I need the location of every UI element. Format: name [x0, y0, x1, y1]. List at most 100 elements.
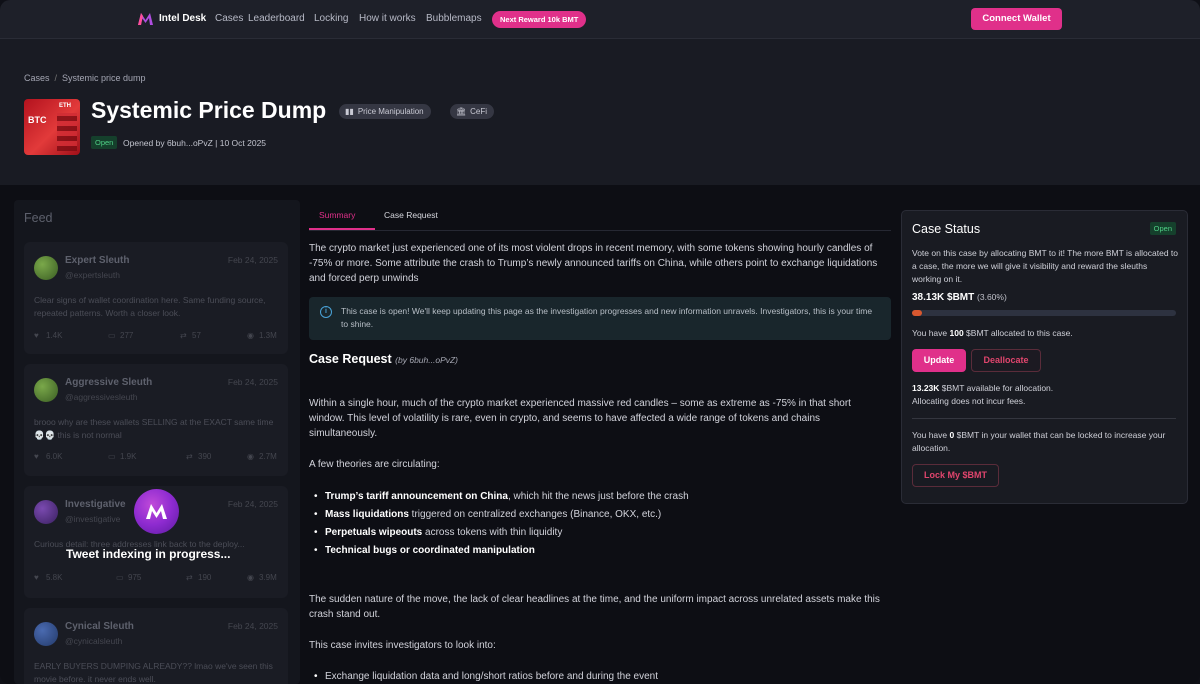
replies-count: 1.9K: [120, 452, 137, 461]
replies-count: 277: [120, 331, 134, 340]
thumbnail-candles: [57, 113, 77, 151]
page-title: Systemic Price Dump: [91, 97, 327, 123]
feed-card[interactable]: Cynical Sleuth @cynicalsleuth Feb 24, 20…: [24, 608, 288, 684]
author-handle: @investigative: [65, 514, 121, 524]
theories-list: Trump’s tariff announcement on China, wh…: [309, 488, 689, 560]
tab-summary[interactable]: Summary: [319, 210, 355, 220]
nav-link-bubblemaps[interactable]: Bubblemaps: [426, 13, 482, 24]
post-stats: ♥ 1.4K ▭ 277 ⇄ 57 ◉ 1.3M: [34, 331, 280, 341]
views-icon: ◉: [247, 573, 254, 582]
tag-cefi[interactable]: 🏛 CeFi: [450, 104, 495, 119]
post-date: Feb 24, 2025: [227, 621, 278, 631]
likes-count: 1.4K: [46, 331, 63, 340]
thumbnail-btc-label: BTC: [28, 115, 47, 125]
connect-wallet-button[interactable]: Connect Wallet: [971, 8, 1062, 30]
reply-icon: ▭: [108, 331, 116, 340]
info-callout: i This case is open! We'll keep updating…: [309, 297, 891, 340]
case-status-panel: Case Status Open Vote on this case by al…: [901, 210, 1188, 504]
list-item: Trump’s tariff announcement on China, wh…: [309, 488, 689, 506]
request-paragraph-3: The sudden nature of the move, the lack …: [309, 594, 880, 620]
author-handle: @aggressivesleuth: [65, 392, 138, 402]
heart-icon: ♥: [34, 331, 39, 340]
allocation-progress-bar: [912, 310, 1176, 316]
investigate-list: Exchange liquidation data and long/short…: [309, 668, 658, 684]
allocated-total: 38.13K $BMT: [912, 292, 975, 303]
active-tab-indicator: [309, 228, 375, 230]
brand-mark-icon: [146, 504, 167, 519]
allocated-amount: 38.13K $BMT (3.60%): [912, 292, 1007, 303]
candles-icon: ▮▮: [345, 107, 354, 116]
case-status-description: Vote on this case by allocating BMT to i…: [912, 248, 1178, 284]
list-item: Perpetuals wipeouts across tokens with t…: [309, 524, 689, 542]
repost-icon: ⇄: [180, 331, 187, 340]
avatar: [34, 622, 58, 646]
opened-by: Opened by 6buh...oPvZ | 10 Oct 2025: [123, 138, 267, 148]
wallet-balance-text: You have 0 $BMT in your wallet that can …: [912, 430, 1166, 453]
post-date: Feb 24, 2025: [227, 255, 278, 265]
status-badge: Open: [1149, 222, 1176, 235]
case-thumbnail: BTC ETH: [24, 99, 80, 155]
next-reward-badge[interactable]: Next Reward 10k BMT: [492, 11, 587, 28]
request-paragraph-1: Within a single hour, much of the crypto…: [309, 398, 851, 439]
nav-link-how-it-works[interactable]: How it works: [359, 13, 416, 24]
views-icon: ◉: [247, 452, 254, 461]
available-allocation-text: 13.23K $BMT available for allocation.: [912, 383, 1054, 393]
reply-icon: ▭: [108, 452, 116, 461]
post-text: Clear signs of wallet coordination here.…: [34, 295, 266, 318]
nav-link-cases[interactable]: Cases: [215, 13, 243, 24]
tag-price-manipulation[interactable]: ▮▮ Price Manipulation: [339, 104, 431, 119]
update-button[interactable]: Update: [912, 349, 966, 372]
repost-icon: ⇄: [186, 573, 193, 582]
likes-count: 5.8K: [46, 573, 63, 582]
post-date: Feb 24, 2025: [227, 377, 278, 387]
nav-link-leaderboard[interactable]: Leaderboard: [248, 13, 305, 24]
views-count: 1.3M: [259, 331, 277, 340]
indexing-logo-icon: [134, 489, 179, 534]
allocation-progress-fill: [912, 310, 922, 316]
request-paragraph-2: A few theories are circulating:: [309, 459, 440, 470]
replies-count: 975: [128, 573, 142, 582]
summary-text: The crypto market just experienced one o…: [309, 243, 878, 284]
author-handle: @expertsleuth: [65, 270, 120, 280]
heart-icon: ♥: [34, 573, 39, 582]
post-stats: ♥ 5.8K ▭ 975 ⇄ 190 ◉ 3.9M: [34, 573, 280, 583]
post-stats: ♥ 6.0K ▭ 1.9K ⇄ 390 ◉ 2.7M: [34, 452, 280, 462]
author-name: Cynical Sleuth: [65, 621, 134, 632]
brand-name[interactable]: Intel Desk: [159, 13, 206, 24]
info-icon: i: [320, 306, 332, 318]
author-handle: @cynicalsleuth: [65, 636, 123, 646]
tab-case-request[interactable]: Case Request: [384, 210, 438, 220]
reply-icon: ▭: [116, 573, 124, 582]
reposts-count: 190: [198, 573, 212, 582]
deallocate-button[interactable]: Deallocate: [971, 349, 1041, 372]
views-icon: ◉: [247, 331, 254, 340]
author-name: Aggressive Sleuth: [65, 377, 153, 388]
thumbnail-eth-label: ETH: [59, 103, 71, 109]
breadcrumb-separator: /: [54, 73, 58, 83]
case-request-title: Case Request: [309, 352, 392, 366]
lock-bmt-button[interactable]: Lock My $BMT: [912, 464, 999, 487]
status-badge: Open: [91, 136, 118, 149]
nav-link-locking[interactable]: Locking: [314, 13, 348, 24]
repost-icon: ⇄: [186, 452, 193, 461]
list-item: Mass liquidations triggered on centraliz…: [309, 506, 689, 524]
brand-logo-icon[interactable]: [137, 12, 154, 26]
list-item: Technical bugs or coordinated manipulati…: [309, 542, 689, 560]
author-name: Expert Sleuth: [65, 255, 130, 266]
avatar: [34, 500, 58, 524]
case-request-author: (by 6buh...oPvZ): [395, 355, 459, 365]
avatar: [34, 378, 58, 402]
feed-card[interactable]: Aggressive Sleuth @aggressivesleuth Feb …: [24, 364, 288, 476]
case-status-title: Case Status: [912, 222, 981, 236]
breadcrumb-cases-link[interactable]: Cases: [24, 73, 50, 83]
feed-card[interactable]: Expert Sleuth @expertsleuth Feb 24, 2025…: [24, 242, 288, 354]
reposts-count: 390: [198, 452, 212, 461]
top-nav: Intel Desk Cases Leaderboard Locking How…: [0, 0, 1200, 39]
post-date: Feb 24, 2025: [227, 499, 278, 509]
list-item: Exchange liquidation data and long/short…: [309, 668, 658, 684]
tag-label: Price Manipulation: [357, 107, 424, 116]
info-text: This case is open! We'll keep updating t…: [341, 306, 873, 329]
tag-label: CeFi: [470, 107, 488, 116]
author-name: Investigative: [65, 499, 126, 510]
post-text: brooo why are these wallets SELLING at t…: [34, 417, 274, 440]
